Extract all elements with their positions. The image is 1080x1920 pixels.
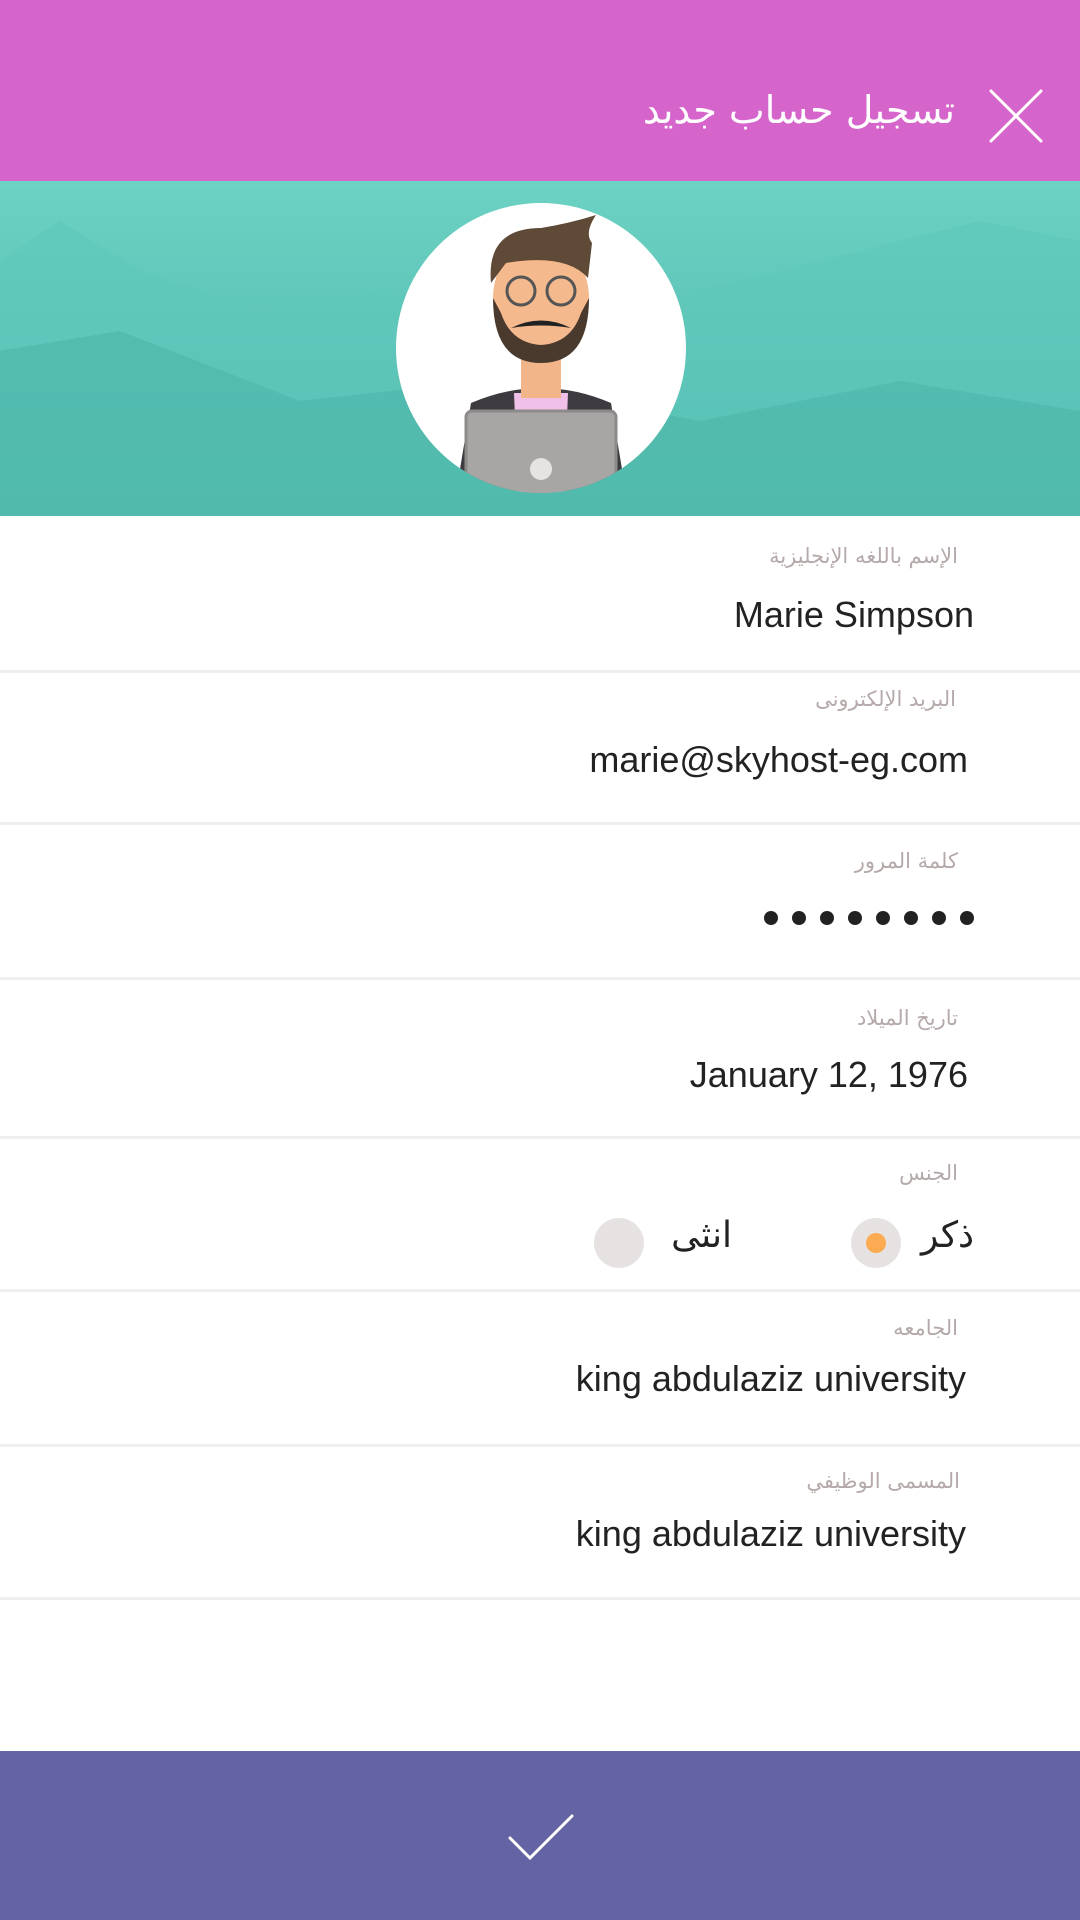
university-field[interactable]: الجامعه king abdulaziz university	[0, 1292, 1080, 1447]
avatar[interactable]	[396, 203, 686, 493]
birthdate-value[interactable]: January 12, 1976	[690, 1054, 968, 1096]
birthdate-field[interactable]: تاريخ الميلاد January 12, 1976	[0, 980, 1080, 1139]
job-title-field[interactable]: المسمى الوظيفي king abdulaziz university	[0, 1447, 1080, 1600]
gender-field: الجنس ذكر انثى	[0, 1139, 1080, 1292]
check-icon[interactable]	[508, 1812, 574, 1862]
gender-female-label[interactable]: انثى	[671, 1215, 732, 1256]
university-label: الجامعه	[893, 1316, 958, 1340]
email-field[interactable]: البريد الإلكترونى marie@skyhost-eg.com	[0, 673, 1080, 825]
gender-male-radio[interactable]	[851, 1218, 901, 1268]
name-field[interactable]: الإسم باللغه الإنجليزية Marie Simpson	[0, 516, 1080, 673]
email-label: البريد الإلكترونى	[815, 687, 956, 711]
email-value[interactable]: marie@skyhost-eg.com	[589, 739, 968, 781]
name-label: الإسم باللغه الإنجليزية	[769, 544, 958, 568]
gender-female-radio[interactable]	[594, 1218, 644, 1268]
name-value[interactable]: Marie Simpson	[734, 594, 974, 636]
avatar-illustration	[456, 215, 626, 493]
gender-male-label[interactable]: ذكر	[921, 1215, 974, 1256]
gender-label: الجنس	[899, 1161, 958, 1185]
page-title: تسجيل حساب جديد	[642, 88, 955, 132]
password-dots[interactable]	[764, 911, 974, 925]
password-field[interactable]: كلمة المرور	[0, 825, 1080, 980]
password-label: كلمة المرور	[854, 849, 958, 873]
job-title-value[interactable]: king abdulaziz university	[576, 1513, 966, 1555]
radio-selected-dot	[866, 1233, 886, 1253]
close-icon[interactable]	[988, 88, 1044, 144]
job-title-label: المسمى الوظيفي	[806, 1469, 960, 1493]
birthdate-label: تاريخ الميلاد	[856, 1006, 958, 1030]
app-header: تسجيل حساب جديد	[0, 0, 1080, 181]
university-value[interactable]: king abdulaziz university	[576, 1358, 966, 1400]
